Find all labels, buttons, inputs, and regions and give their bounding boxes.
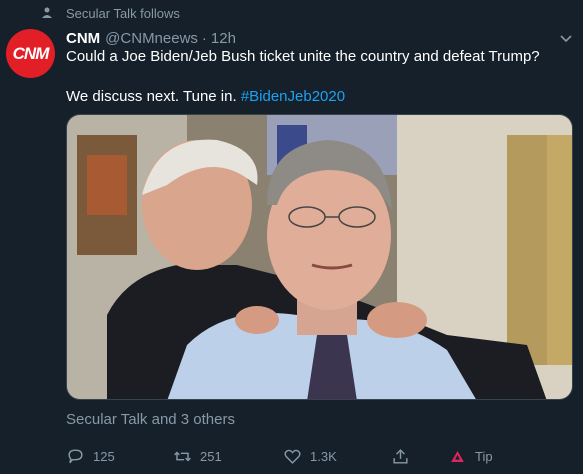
like-button[interactable]: 1.3K — [283, 444, 337, 468]
share-icon — [393, 448, 408, 464]
header-separator: · — [201, 29, 207, 47]
social-context[interactable]: Secular Talk follows — [40, 5, 180, 21]
share-button[interactable] — [391, 444, 410, 468]
tweet-timestamp[interactable]: 12h — [211, 30, 236, 47]
retweet-button[interactable]: 251 — [173, 444, 222, 468]
tweet-action-bar: 125 251 1.3K Tip — [66, 444, 566, 468]
like-count: 1.3K — [310, 448, 337, 464]
liked-by-text[interactable]: Secular Talk and 3 others — [66, 411, 235, 428]
tip-button[interactable]: Tip — [448, 444, 493, 468]
person-icon — [42, 7, 52, 18]
tweet-media-image[interactable] — [66, 114, 573, 400]
photo-illustration — [67, 115, 572, 399]
tweet-text-line-1: Could a Joe Biden/Jeb Bush ticket unite … — [66, 48, 540, 65]
author-name[interactable]: CNM — [66, 30, 100, 47]
avatar-logo-text: CNM — [12, 43, 50, 63]
reply-icon — [68, 448, 83, 463]
reply-button[interactable]: 125 — [66, 444, 115, 468]
retweet-count: 251 — [200, 448, 222, 464]
reply-count: 125 — [93, 448, 115, 464]
social-context-text: Secular Talk follows — [66, 5, 180, 21]
like-icon — [284, 449, 301, 464]
hashtag-link[interactable]: #BidenJeb2020 — [241, 88, 345, 105]
tip-label: Tip — [475, 448, 493, 464]
tweet-text-sentence: We discuss next. Tune in. — [66, 88, 237, 105]
retweet-icon — [174, 451, 191, 461]
avatar[interactable]: CNM — [6, 29, 55, 78]
tip-icon — [451, 450, 464, 462]
tweet-text: Could a Joe Biden/Jeb Bush ticket unite … — [66, 47, 566, 107]
author-handle[interactable]: @CNMneews — [105, 30, 198, 47]
tweet-header: CNM @CNMneews · 12h — [66, 28, 236, 48]
tweet-text-line-2: We discuss next. Tune in. #BidenJeb2020 — [66, 87, 566, 107]
chevron-down-icon[interactable] — [558, 30, 574, 46]
